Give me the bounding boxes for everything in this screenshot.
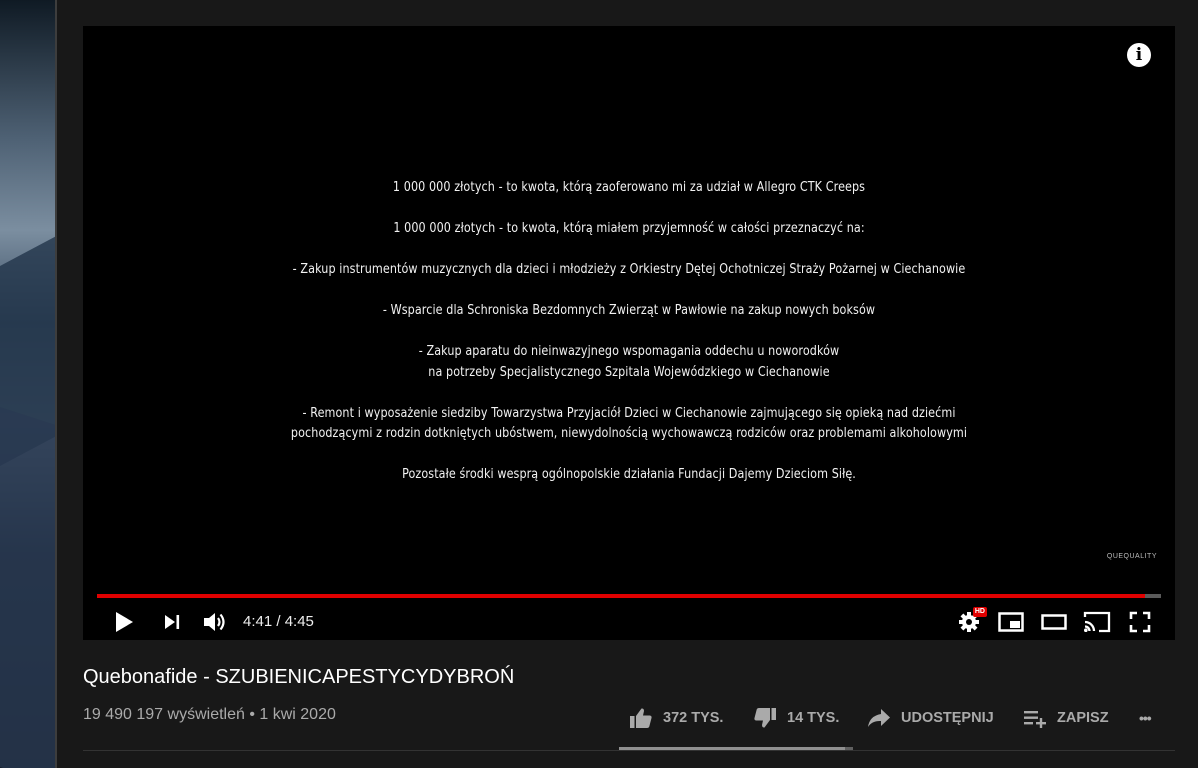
info-icon[interactable]: i	[1127, 43, 1151, 67]
player-controls: 4:41 / 4:45 HD	[83, 604, 1175, 640]
theater-mode-icon[interactable]	[1040, 608, 1068, 636]
video-text-line: - Wsparcie dla Schroniska Bezdomnych Zwi…	[382, 303, 876, 318]
cast-icon[interactable]	[1083, 608, 1111, 636]
more-icon[interactable]: •••	[1139, 700, 1152, 736]
video-text-line: na potrzeby Specjalistycznego Szpitala W…	[428, 364, 830, 380]
video-meta: 19 490 197 wyświetleń • 1 kwi 2020	[83, 706, 336, 723]
video-player[interactable]: i 1 000 000 złotych - to kwota, którą za…	[83, 26, 1175, 640]
fullscreen-icon[interactable]	[1126, 608, 1154, 636]
video-text-line: - Zakup aparatu do nieinwazyjnego wspoma…	[418, 344, 840, 359]
video-text-gap	[83, 322, 1175, 343]
settings-icon[interactable]: HD	[955, 607, 987, 636]
video-text-gap	[83, 240, 1175, 261]
like-button[interactable]: 372 TYS.	[629, 700, 723, 736]
video-title: Quebonafide - SZUBIENICAPESTYCYDYBROŃ	[83, 666, 515, 688]
video-watermark: QUEQUALITY	[1106, 553, 1157, 560]
video-text-gap	[83, 199, 1175, 220]
video-text-line: - Zakup instrumentów muzycznych dla dzie…	[292, 262, 966, 277]
share-icon	[868, 709, 890, 727]
miniplayer-icon[interactable]	[997, 608, 1025, 636]
divider	[83, 750, 1175, 751]
video-text-line: pochodzącymi z rodzin dotkniętych ubóstw…	[290, 426, 968, 441]
dislike-count: 14 TYS.	[787, 710, 840, 726]
video-text-line: 1 000 000 złotych - to kwota, którą miał…	[393, 221, 865, 236]
video-text-gap	[83, 445, 1175, 466]
video-text-line: 1 000 000 złotych - to kwota, którą zaof…	[392, 180, 866, 195]
thumbs-down-icon	[754, 708, 776, 728]
desktop-wallpaper	[0, 0, 55, 768]
like-count: 372 TYS.	[663, 710, 724, 726]
playlist-add-icon	[1024, 711, 1046, 728]
next-icon[interactable]	[158, 608, 186, 636]
share-button[interactable]: UDOSTĘPNIJ	[867, 700, 994, 736]
progress-bar[interactable]	[97, 594, 1161, 598]
share-label: UDOSTĘPNIJ	[901, 710, 994, 726]
video-frame-text: 1 000 000 złotych - to kwota, którą zaof…	[83, 178, 1175, 486]
volume-icon[interactable]	[201, 608, 229, 636]
thumbs-up-icon	[630, 708, 652, 728]
play-icon[interactable]	[110, 608, 138, 636]
dislike-button[interactable]: 14 TYS.	[753, 700, 839, 736]
video-text-gap	[83, 281, 1175, 302]
watch-page: i 1 000 000 złotych - to kwota, którą za…	[57, 0, 1198, 768]
hd-badge: HD	[972, 607, 987, 617]
video-text-gap	[83, 383, 1175, 404]
save-label: ZAPISZ	[1057, 710, 1109, 726]
save-button[interactable]: ZAPISZ	[1023, 700, 1109, 736]
progress-played	[97, 594, 1146, 598]
video-text-line: - Remont i wyposażenie siedziby Towarzys…	[302, 405, 956, 421]
time-display: 4:41 / 4:45	[243, 613, 314, 630]
video-text-line: Pozostałe środki wesprą ogólnopolskie dz…	[402, 467, 856, 482]
